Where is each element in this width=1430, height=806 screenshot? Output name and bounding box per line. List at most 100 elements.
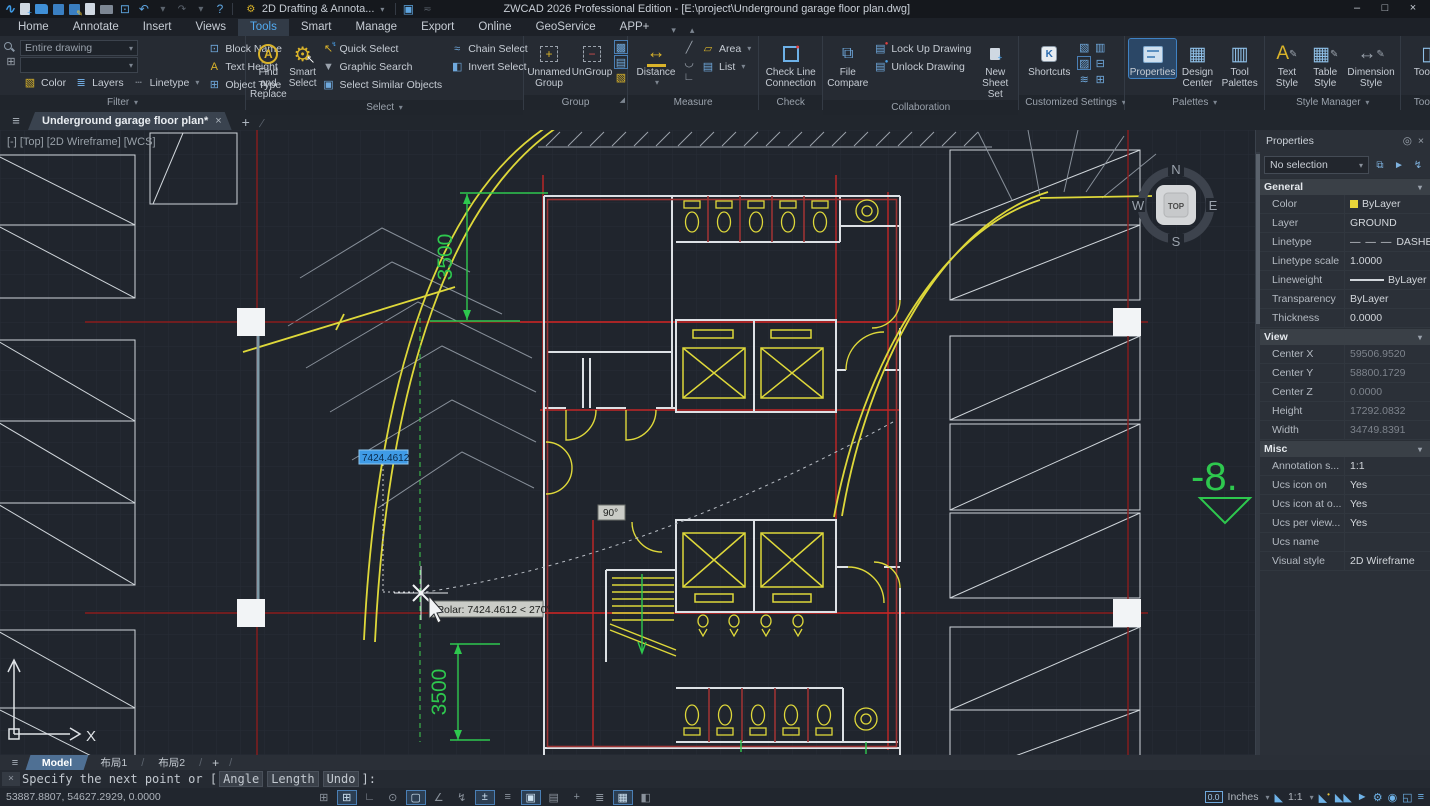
ungroup-button[interactable]: − UnGroup xyxy=(572,39,612,78)
annotation-monitor-toggle[interactable]: ▤ xyxy=(544,790,564,805)
shortcuts-button[interactable]: K Shortcuts xyxy=(1023,39,1075,78)
add-layout-icon[interactable]: + xyxy=(204,756,227,770)
tab-insert[interactable]: Insert xyxy=(131,19,184,36)
dynamic-input-value[interactable]: 7424.4612 xyxy=(362,453,410,464)
annotation-scale-value[interactable]: 1:1 xyxy=(1288,791,1303,803)
compass-east[interactable]: E xyxy=(1209,198,1218,213)
annotation-scale-icon[interactable]: ◣ xyxy=(1275,791,1283,804)
auto-annotation-scale-icon[interactable]: ◣◣ xyxy=(1335,791,1352,804)
tab-home[interactable]: Home xyxy=(6,19,61,36)
group-edit-icon[interactable]: ▩ xyxy=(614,40,628,54)
polar-toggle[interactable]: ⊙ xyxy=(383,790,403,805)
tab-model[interactable]: Model xyxy=(26,755,89,770)
command-option-angle[interactable]: Angle xyxy=(219,771,263,787)
selection-dropdown[interactable]: No selection ▾ xyxy=(1264,156,1369,174)
customized-group-label[interactable]: Customized Settings ▾ xyxy=(1019,95,1124,110)
measure-coord-icon[interactable]: ∟ xyxy=(682,70,696,84)
minimize-button[interactable]: – xyxy=(1344,1,1370,17)
color-button[interactable]: ▧ Color xyxy=(20,74,69,91)
settings-gear-icon[interactable]: ⚙ xyxy=(1373,791,1383,804)
section-misc[interactable]: Misc ▾ xyxy=(1256,440,1430,457)
isolate-objects-icon[interactable]: ◉ xyxy=(1388,791,1398,804)
document-tab[interactable]: Underground garage floor plan* × xyxy=(28,112,232,130)
open-file-icon[interactable] xyxy=(35,4,48,14)
tab-annotate[interactable]: Annotate xyxy=(61,19,131,36)
ucs-toggle[interactable]: ▦ xyxy=(613,790,633,805)
toolbar-button[interactable]: ◫ Toolbar xyxy=(1405,39,1430,78)
maximize-button[interactable]: □ xyxy=(1372,1,1398,17)
tab-geoservice[interactable]: GeoService xyxy=(524,19,608,36)
unnamed-group-button[interactable]: + Unnamed Group xyxy=(528,39,570,89)
mouse-action-icon[interactable]: ▨ xyxy=(1077,56,1091,70)
tab-tools[interactable]: Tools xyxy=(238,19,289,36)
print-icon[interactable] xyxy=(100,5,113,14)
panel-scrollbar[interactable] xyxy=(1256,152,1260,755)
collaboration-group-label[interactable]: Collaboration xyxy=(823,100,1018,115)
tab-layout2[interactable]: 布局2 xyxy=(146,755,197,770)
model-paper-toggle[interactable]: ◧ xyxy=(636,790,656,805)
document-close-icon[interactable]: × xyxy=(215,115,221,127)
select-similar-button[interactable]: ▣ Select Similar Objects xyxy=(318,76,445,93)
lineweight-toggle[interactable]: ≡ xyxy=(498,790,518,805)
table-style-button[interactable]: ▦✎ Table Style xyxy=(1307,39,1344,89)
section-general[interactable]: General ▾ xyxy=(1256,178,1430,195)
quick-properties-toggle[interactable]: + xyxy=(567,790,587,805)
help-icon[interactable]: ? xyxy=(213,3,227,16)
compass-top-face[interactable]: TOP xyxy=(1168,202,1185,211)
section-view[interactable]: View ▾ xyxy=(1256,328,1430,345)
scale-dropdown-icon[interactable]: ▾ xyxy=(1310,793,1314,802)
transparency-toggle[interactable]: ▣ xyxy=(521,790,541,805)
tab-overflow-icon[interactable]: ▾ xyxy=(667,25,680,36)
palettes-group-label[interactable]: Palettes ▾ xyxy=(1125,95,1264,110)
osnap-toggle[interactable]: ▢ xyxy=(406,790,426,805)
select-objects-icon[interactable]: ► xyxy=(1391,157,1407,173)
pin-icon[interactable]: ◎ xyxy=(1403,135,1412,147)
undo-icon[interactable]: ↶ xyxy=(137,3,151,16)
panel-close-icon[interactable]: × xyxy=(1418,135,1424,147)
unit-dropdown-icon[interactable]: ▾ xyxy=(1265,793,1269,802)
tab-online[interactable]: Online xyxy=(466,19,523,36)
new-sheet-set-button[interactable]: + New Sheet Set xyxy=(976,39,1014,100)
properties-palette-button[interactable]: Properties xyxy=(1129,39,1176,78)
tab-manage[interactable]: Manage xyxy=(344,19,410,36)
status-config-icon[interactable]: ⊟ xyxy=(1093,56,1107,70)
command-close-icon[interactable]: × xyxy=(2,772,20,786)
list-button[interactable]: ▤ List ▾ xyxy=(698,58,754,75)
new-document-icon[interactable]: + xyxy=(232,114,260,130)
toolbar-group-label[interactable]: Toolbar xyxy=(1401,95,1430,110)
chain-select-button[interactable]: ≈ Chain Select xyxy=(447,40,531,57)
unlock-drawing-button[interactable]: ▤● Unlock Drawing xyxy=(870,58,974,75)
toggle-pickadd-icon[interactable]: ⧉ xyxy=(1372,157,1388,173)
filter-group-label[interactable]: Filter ▾ xyxy=(0,95,245,110)
quick-select-button[interactable]: ↖↯ Quick Select xyxy=(318,40,445,57)
dimension-style-button[interactable]: ↔✎ Dimension Style xyxy=(1346,39,1396,89)
style-manager-group-label[interactable]: Style Manager ▾ xyxy=(1265,95,1400,110)
drawing-canvas[interactable]: 3500 3500 -8. N W E S TOP X [-] [To xyxy=(0,130,1255,755)
filter-name-select[interactable]: ▾ xyxy=(20,57,138,73)
measure-line-icon[interactable]: ╱ xyxy=(682,40,696,54)
compass-north[interactable]: N xyxy=(1171,162,1180,177)
linetype-display-toggle[interactable]: ≣ xyxy=(590,790,610,805)
save-icon[interactable] xyxy=(53,4,64,15)
tab-views[interactable]: Views xyxy=(184,19,238,36)
command-option-length[interactable]: Length xyxy=(267,771,318,787)
doc-menu-icon[interactable]: ≡ xyxy=(4,113,28,128)
close-button[interactable]: × xyxy=(1400,1,1426,17)
viewport-controls[interactable]: [-] [Top] [2D Wireframe] [WCS] xyxy=(7,136,156,148)
options-icon[interactable]: ≋ xyxy=(1077,72,1091,86)
command-option-undo[interactable]: Undo xyxy=(323,771,360,787)
status-menu-icon[interactable]: ≡ xyxy=(1418,791,1424,803)
group-bounding-icon[interactable]: ▧ xyxy=(614,70,628,84)
filter-scope-select[interactable]: Entire drawing ▾ xyxy=(20,40,138,56)
linetype-button[interactable]: ┄ Linetype ▾ xyxy=(129,74,203,91)
unit-precision-badge[interactable]: 0.0 xyxy=(1205,791,1223,803)
invert-select-button[interactable]: ◧ Invert Select xyxy=(447,58,531,75)
ribbon-collapse-icon[interactable]: ▴ xyxy=(686,25,699,36)
find-replace-button[interactable]: A Find and Replace xyxy=(250,39,287,100)
check-line-connection-button[interactable]: ● Check Line Connection xyxy=(763,39,818,89)
interface-icon[interactable]: ▥ xyxy=(1093,40,1107,54)
redo-dropdown-icon[interactable]: ▾ xyxy=(194,3,208,16)
smart-select-button[interactable]: ⚙ ↖ Smart Select xyxy=(289,39,317,89)
area-button[interactable]: ▱ Area ▾ xyxy=(698,40,754,57)
quick-select-panel-icon[interactable]: ↯ xyxy=(1410,157,1426,173)
